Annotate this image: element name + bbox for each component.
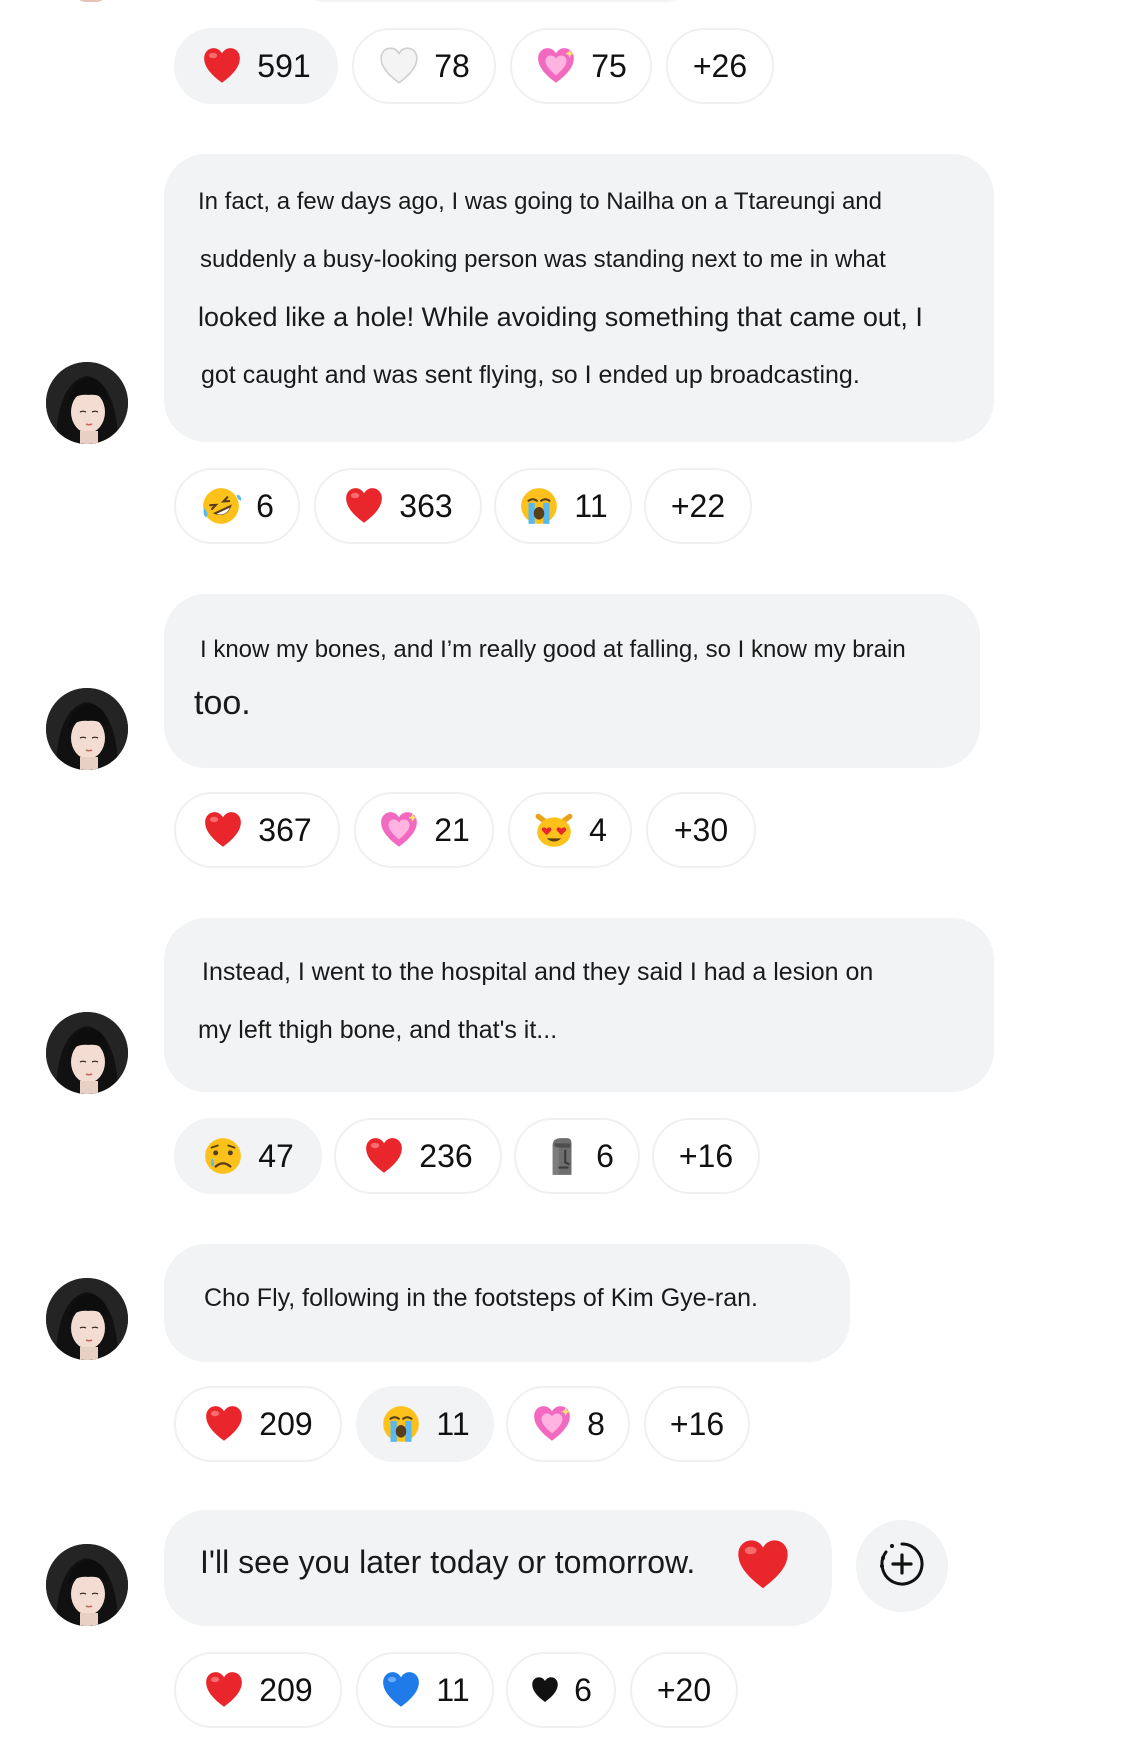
avatar[interactable] <box>46 362 128 444</box>
moai-icon <box>540 1135 582 1177</box>
reaction-count: 236 <box>419 1137 473 1174</box>
white-heart-icon <box>378 45 420 87</box>
more-reactions-button[interactable]: +16 <box>644 1386 750 1462</box>
loudly-crying-face-icon <box>380 1403 422 1445</box>
reaction-count: 78 <box>434 47 470 84</box>
more-reactions-count: +30 <box>673 811 729 848</box>
message-bubble[interactable]: In fact, a few days ago, I was going to … <box>164 154 994 442</box>
avatar[interactable] <box>46 1278 128 1360</box>
reaction-sparkling-heart[interactable]: 8 <box>506 1386 630 1462</box>
reaction-count: 11 <box>574 487 608 524</box>
message-text-line: got caught and was sent flying, so I end… <box>201 361 860 389</box>
reaction-heart-eyes-cat[interactable]: 4 <box>508 792 632 868</box>
reaction-red-heart[interactable]: 209 <box>174 1652 342 1728</box>
reaction-count: 209 <box>259 1405 313 1442</box>
reaction-loudly-crying[interactable]: 11 <box>494 468 632 544</box>
reaction-sparkling-heart[interactable]: 75 <box>510 28 652 104</box>
reaction-white-heart[interactable]: 78 <box>352 28 496 104</box>
reaction-count: 363 <box>399 487 453 524</box>
red-heart-icon <box>734 1536 792 1594</box>
message-text-line: In fact, a few days ago, I was going to … <box>198 188 882 215</box>
more-reactions-button[interactable]: +20 <box>630 1652 738 1728</box>
reaction-count: 4 <box>589 811 607 848</box>
more-reactions-button[interactable]: +16 <box>652 1118 760 1194</box>
reaction-red-heart[interactable]: 363 <box>314 468 482 544</box>
reaction-count: 209 <box>259 1671 313 1708</box>
rolling-laughing-face-icon <box>200 485 242 527</box>
reaction-red-heart[interactable]: 209 <box>174 1386 342 1462</box>
more-reactions-count: +20 <box>656 1671 712 1708</box>
avatar[interactable] <box>46 1012 128 1094</box>
reaction-count: 8 <box>587 1405 605 1442</box>
reaction-count: 591 <box>257 47 311 84</box>
reaction-count: 47 <box>258 1137 294 1174</box>
reaction-red-heart[interactable]: 367 <box>174 792 340 868</box>
red-heart-icon <box>363 1135 405 1177</box>
reaction-count: 11 <box>436 1671 470 1708</box>
black-heart-icon <box>530 1675 560 1705</box>
more-reactions-count: +22 <box>670 487 726 524</box>
more-reactions-button[interactable]: +26 <box>666 28 774 104</box>
more-reactions-button[interactable]: +22 <box>644 468 752 544</box>
reaction-count: 6 <box>574 1671 592 1708</box>
loudly-crying-face-icon <box>518 485 560 527</box>
blue-heart-icon <box>380 1669 422 1711</box>
add-reaction-icon <box>878 1540 926 1593</box>
reaction-moai[interactable]: 6 <box>514 1118 640 1194</box>
reaction-black-heart[interactable]: 6 <box>506 1652 616 1728</box>
reaction-blue-heart[interactable]: 11 <box>356 1652 494 1728</box>
message-bubble-partial <box>300 0 690 2</box>
reaction-red-heart[interactable]: 591 <box>174 28 338 104</box>
sparkling-heart-icon <box>531 1403 573 1445</box>
red-heart-icon <box>201 45 243 87</box>
avatar[interactable] <box>46 1544 128 1626</box>
message-text-line: my left thigh bone, and that's it... <box>198 1016 558 1044</box>
reaction-red-heart[interactable]: 236 <box>334 1118 502 1194</box>
message-text-line: Instead, I went to the hospital and they… <box>202 958 874 986</box>
red-heart-icon <box>203 1403 245 1445</box>
more-reactions-count: +26 <box>692 47 748 84</box>
message-bubble[interactable]: I know my bones, and I’m really good at … <box>164 594 980 768</box>
add-reaction-button[interactable] <box>856 1520 948 1612</box>
more-reactions-button[interactable]: +30 <box>646 792 756 868</box>
message-bubble[interactable]: Instead, I went to the hospital and they… <box>164 918 994 1092</box>
red-heart-icon <box>203 1669 245 1711</box>
reaction-count: 6 <box>256 487 274 524</box>
message-text-line: I'll see you later today or tomorrow. <box>200 1544 696 1580</box>
reaction-loudly-crying[interactable]: 11 <box>356 1386 494 1462</box>
reaction-crying-face[interactable]: 47 <box>174 1118 322 1194</box>
reaction-count: 75 <box>591 47 627 84</box>
avatar[interactable] <box>46 688 128 770</box>
red-heart-icon <box>343 485 385 527</box>
sparkling-heart-icon <box>535 45 577 87</box>
reaction-sparkling-heart[interactable]: 21 <box>354 792 494 868</box>
reaction-count: 21 <box>434 811 470 848</box>
reaction-count: 11 <box>436 1405 470 1442</box>
avatar-partial <box>74 0 108 2</box>
red-heart-icon <box>202 809 244 851</box>
message-bubble[interactable]: I'll see you later today or tomorrow. <box>164 1510 832 1626</box>
message-text-line: Cho Fly, following in the footsteps of K… <box>204 1284 758 1312</box>
message-text-line: I know my bones, and I’m really good at … <box>200 636 906 663</box>
reaction-count: 367 <box>258 811 312 848</box>
heart-eyes-cat-icon <box>533 809 575 851</box>
message-text-line: suddenly a busy-looking person was stand… <box>200 246 886 273</box>
message-text-line: too. <box>194 684 251 722</box>
crying-face-icon <box>202 1135 244 1177</box>
more-reactions-count: +16 <box>669 1405 725 1442</box>
reaction-rolling-laughing[interactable]: 6 <box>174 468 300 544</box>
sparkling-heart-icon <box>378 809 420 851</box>
message-text-line: looked like a hole! While avoiding somet… <box>198 302 923 332</box>
message-bubble[interactable]: Cho Fly, following in the footsteps of K… <box>164 1244 850 1362</box>
reaction-count: 6 <box>596 1137 614 1174</box>
more-reactions-count: +16 <box>678 1137 734 1174</box>
